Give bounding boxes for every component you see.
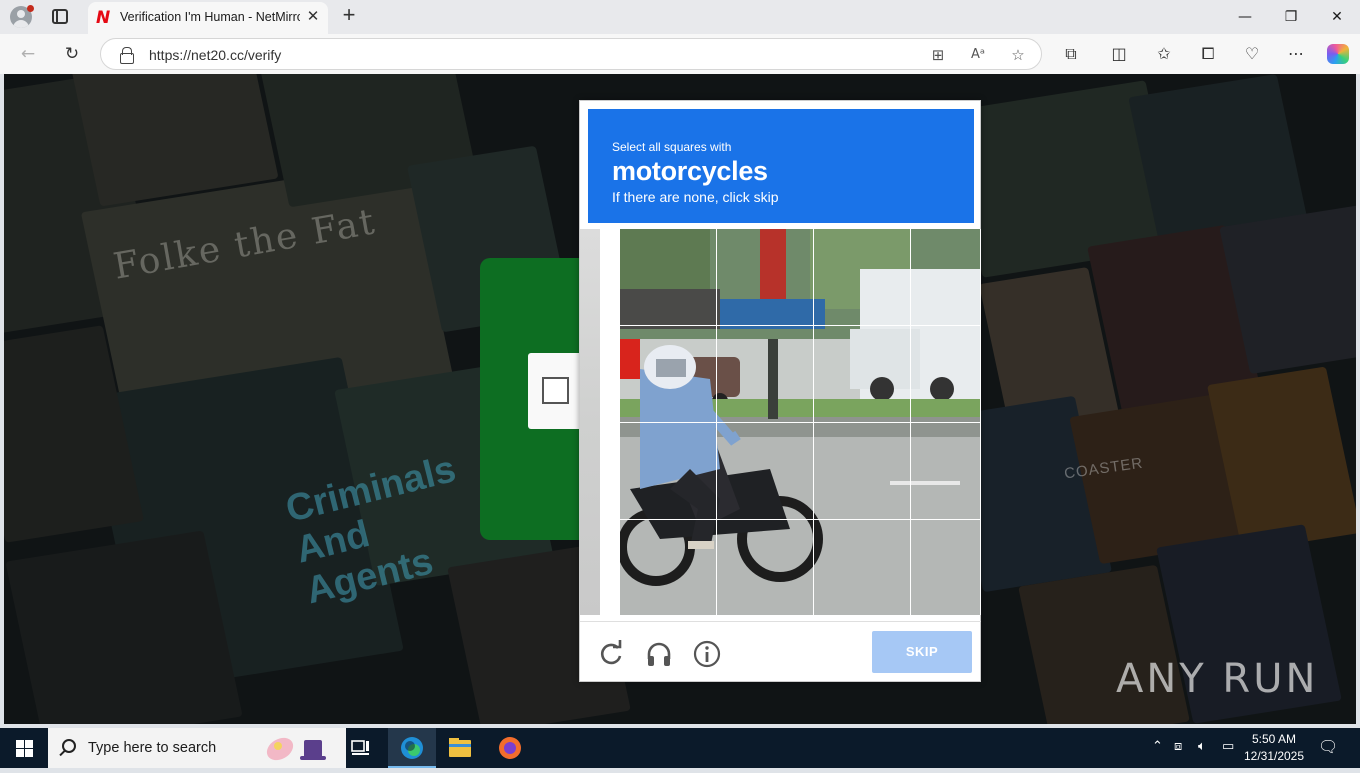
info-icon[interactable] <box>692 639 722 669</box>
browser-essentials-icon[interactable]: ♡ <box>1240 42 1264 66</box>
captcha-tile[interactable] <box>620 326 716 422</box>
restore-icon[interactable]: ❐ <box>1268 0 1314 34</box>
captcha-instruction: Select all squares with <box>612 140 732 154</box>
tab-actions-icon[interactable] <box>52 9 68 24</box>
more-menu-icon[interactable]: ⋯ <box>1284 42 1308 66</box>
close-window-icon[interactable]: ✕ <box>1314 0 1360 34</box>
clock-date: 12/31/2025 <box>1243 749 1305 763</box>
captcha-tile[interactable] <box>911 229 981 325</box>
search-icon <box>62 739 76 753</box>
captcha-tile[interactable] <box>814 326 910 422</box>
captcha-tile[interactable] <box>717 423 813 519</box>
read-aloud-icon[interactable]: Aᵃ <box>967 44 989 66</box>
taskbar-search-placeholder: Type here to search <box>88 740 217 756</box>
captcha-tile[interactable] <box>717 326 813 422</box>
captcha-tile[interactable] <box>717 520 813 615</box>
task-view-icon[interactable] <box>336 728 384 768</box>
windows-start-icon[interactable] <box>16 740 33 757</box>
captcha-tile[interactable] <box>911 520 981 615</box>
file-explorer-icon[interactable] <box>436 728 484 768</box>
captcha-footer-divider <box>580 621 981 622</box>
split-screen-icon[interactable]: ◫ <box>1107 42 1131 66</box>
captcha-tile[interactable] <box>717 229 813 325</box>
edge-taskbar-icon[interactable] <box>388 728 436 768</box>
captcha-target: motorcycles <box>612 156 768 186</box>
collections-icon[interactable]: ⧠ <box>1196 42 1220 66</box>
profile-notification-dot <box>27 5 34 12</box>
captcha-tile[interactable] <box>620 423 716 519</box>
favorite-star-icon[interactable]: ☆ <box>1007 44 1029 66</box>
volume-icon[interactable]: 🔈︎ <box>1198 739 1206 754</box>
meet-now-icon[interactable]: ⧈ <box>1174 739 1182 754</box>
reload-icon[interactable]: ↻ <box>60 42 84 66</box>
address-bar[interactable]: https://net20.cc/verify ⊞ Aᵃ ☆ <box>100 38 1042 70</box>
back-icon[interactable]: ← <box>16 42 40 66</box>
anyrun-watermark: ANY RUN <box>1116 656 1319 702</box>
taskbar-search-box[interactable]: Type here to search <box>48 728 346 768</box>
captcha-hint: If there are none, click skip <box>612 189 779 205</box>
captcha-image-grid <box>580 229 981 615</box>
audio-challenge-icon[interactable] <box>644 639 674 669</box>
captcha-tile[interactable] <box>814 229 910 325</box>
captcha-image-edge <box>580 229 600 615</box>
url-text[interactable]: https://net20.cc/verify <box>149 47 281 63</box>
captcha-tile[interactable] <box>911 326 981 422</box>
notifications-icon[interactable]: 🗨︎ <box>1318 737 1338 756</box>
captcha-tile[interactable] <box>911 423 981 519</box>
favorites-icon[interactable]: ✩ <box>1152 42 1176 66</box>
system-clock[interactable]: 5:50 AM 12/31/2025 <box>1243 731 1305 765</box>
search-highlight-icon[interactable] <box>260 732 340 766</box>
new-tab-icon[interactable]: + <box>338 4 360 28</box>
tab-close-icon[interactable]: ✕ <box>304 8 322 26</box>
captcha-tile[interactable] <box>620 229 716 325</box>
captcha-tile[interactable] <box>620 520 716 615</box>
tab-active[interactable]: N Verification I'm Human - NetMirror ✕ <box>88 2 328 34</box>
title-bar: N Verification I'm Human - NetMirror ✕ +… <box>0 0 1360 34</box>
network-icon[interactable]: ▭ <box>1222 739 1234 754</box>
reload-challenge-icon[interactable] <box>596 639 626 669</box>
extensions-icon[interactable]: ⧉ <box>1059 42 1083 66</box>
firefox-icon[interactable] <box>486 728 534 768</box>
captcha-checkbox[interactable] <box>542 377 569 404</box>
navigation-bar: ← ↻ https://net20.cc/verify ⊞ Aᵃ ☆ ⧉ ◫ ✩… <box>0 34 1360 74</box>
captcha-tile[interactable] <box>814 520 910 615</box>
copilot-icon[interactable] <box>1327 44 1349 64</box>
lock-icon[interactable] <box>120 47 134 64</box>
app-available-icon[interactable]: ⊞ <box>927 44 949 66</box>
taskbar: Type here to search ⌃ ⧈ 🔈︎ ▭ 5:50 AM 12/… <box>0 728 1360 768</box>
clock-time: 5:50 AM <box>1251 732 1297 746</box>
captcha-challenge: Select all squares with motorcycles If t… <box>579 100 981 682</box>
captcha-header: Select all squares with motorcycles If t… <box>588 109 974 223</box>
netmirror-favicon-icon: N <box>96 8 111 28</box>
skip-button[interactable]: SKIP <box>872 631 972 673</box>
minimize-icon[interactable]: — <box>1222 0 1268 34</box>
captcha-tile[interactable] <box>814 423 910 519</box>
show-hidden-icons-icon[interactable]: ⌃ <box>1152 739 1163 754</box>
tab-title: Verification I'm Human - NetMirror <box>120 10 300 24</box>
